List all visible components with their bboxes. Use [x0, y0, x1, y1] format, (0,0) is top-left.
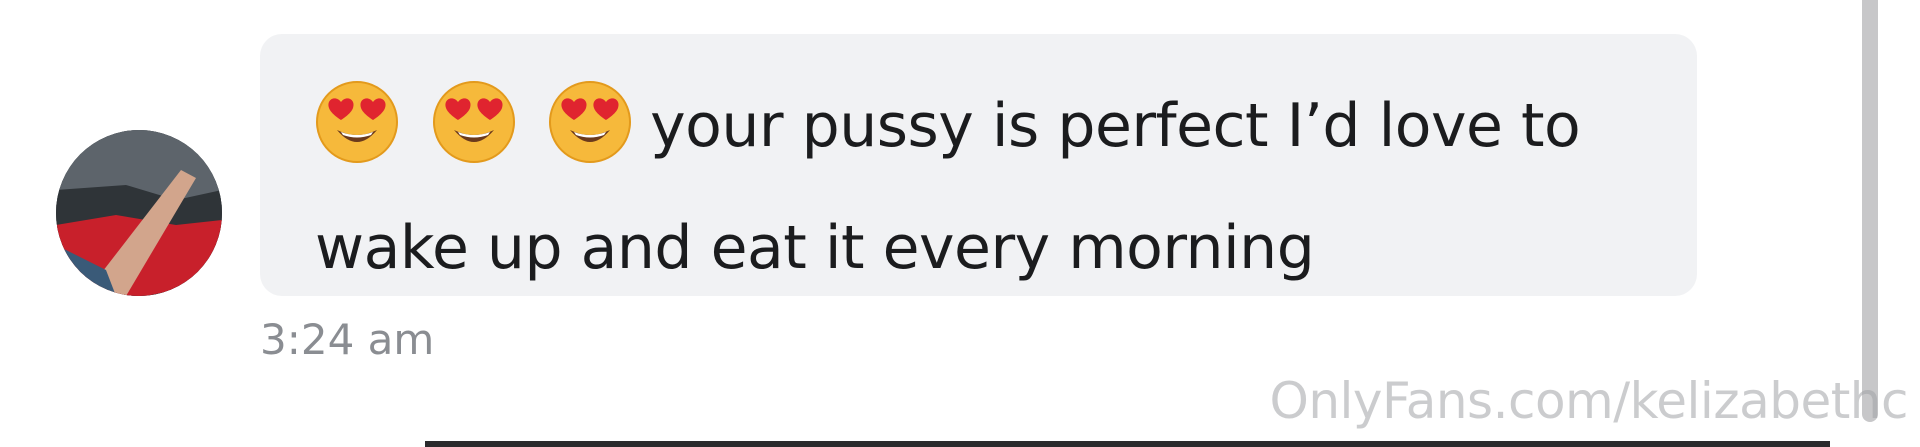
avatar[interactable]	[56, 130, 222, 296]
message-timestamp: 3:24 am	[260, 315, 435, 364]
emoji-group	[315, 80, 632, 196]
message-line-1: your pussy is perfect I’d love to	[650, 91, 1581, 161]
scrollbar[interactable]	[1862, 0, 1878, 422]
watermark: OnlyFans.com/kelizabethc	[1269, 372, 1909, 430]
heart-eyes-emoji-icon	[549, 81, 632, 163]
chat-screen: your pussy is perfect I’d love to wake u…	[0, 0, 1920, 447]
next-item-edge	[425, 441, 1830, 447]
message-text: your pussy is perfect I’d love to wake u…	[315, 74, 1649, 300]
message-line-2: wake up and eat it every morning	[315, 213, 1315, 283]
heart-eyes-emoji-icon	[316, 81, 398, 163]
heart-eyes-emoji-icon	[432, 81, 515, 163]
avatar-photo	[56, 130, 222, 296]
message-bubble: your pussy is perfect I’d love to wake u…	[260, 34, 1697, 296]
